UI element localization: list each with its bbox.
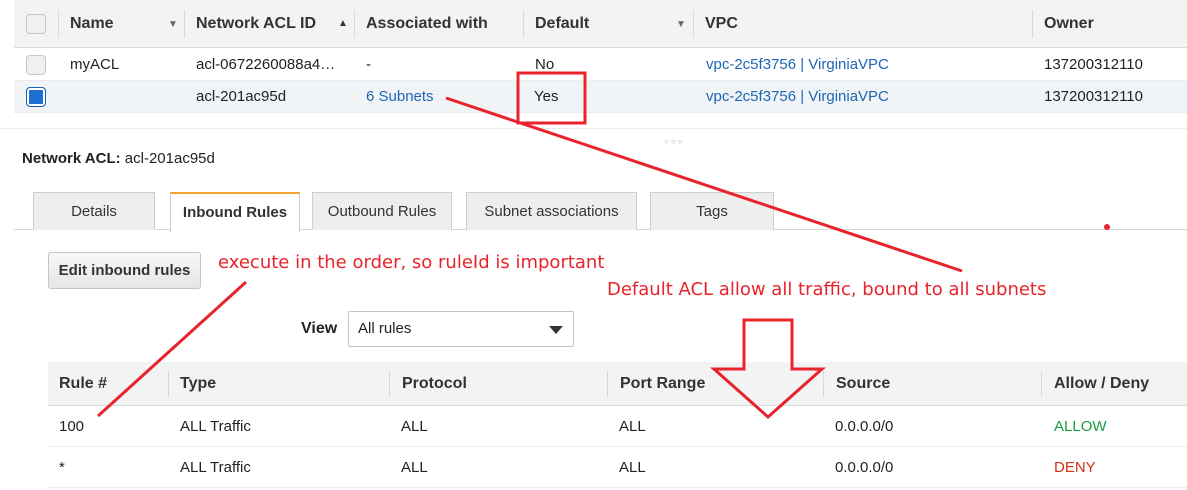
annotation-overlay [96, 71, 1110, 420]
annotation-dot [1104, 224, 1110, 230]
annotation-line [96, 280, 248, 418]
down-arrow-icon [710, 318, 826, 420]
highlight-box [516, 71, 587, 125]
annotation-line [445, 96, 963, 273]
